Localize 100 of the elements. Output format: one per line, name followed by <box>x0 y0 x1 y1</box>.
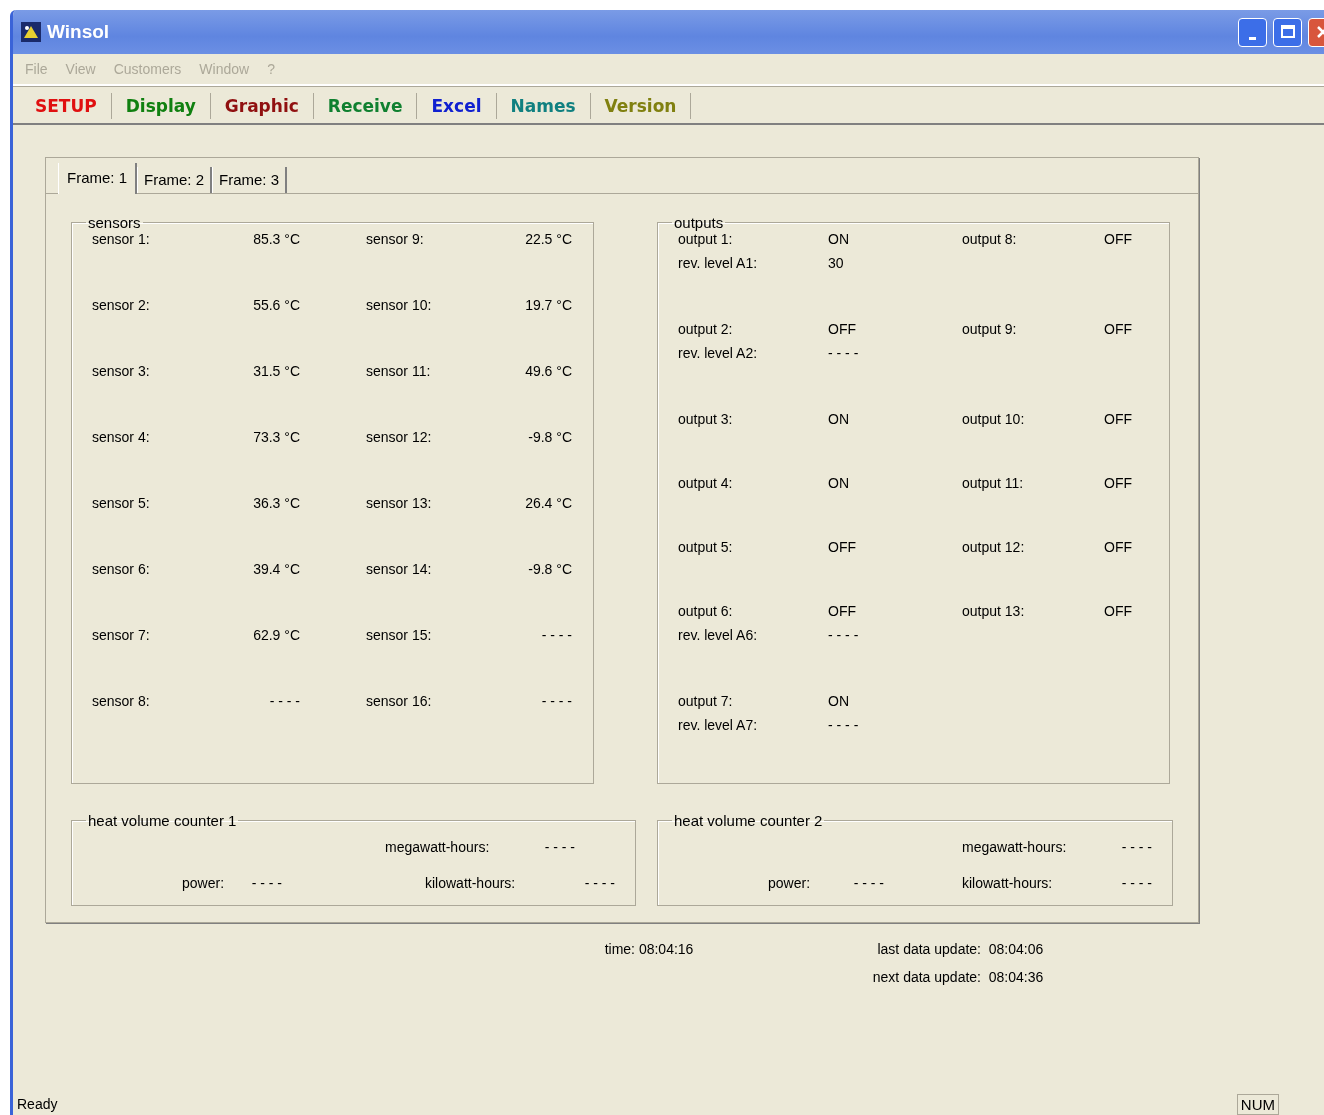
time-value: 08:04:16 <box>637 941 695 957</box>
label-text: megawatt-hours: <box>385 839 491 855</box>
output-state: OFF <box>1103 321 1132 337</box>
sensor-value: 22.5 °C <box>524 231 572 247</box>
label-text: power: <box>182 875 226 891</box>
sensor-label: sensor 16: <box>366 693 433 709</box>
rev-level-value: 30 <box>828 255 845 271</box>
output-label: output 10: <box>962 411 1026 427</box>
sensor-label: sensor 6: <box>92 561 151 577</box>
toolbar-button[interactable]: Receive <box>313 93 418 119</box>
output-state: OFF <box>1103 411 1132 427</box>
sensor-label: sensor 1: <box>92 231 151 247</box>
label-text: - - - - <box>1120 875 1152 891</box>
group-title: heat volume counter 2 <box>673 812 824 829</box>
label-text: - - - - <box>543 839 575 855</box>
frame-tab[interactable]: Frame: 3 <box>212 167 288 193</box>
sensor-value: 36.3 °C <box>252 495 300 511</box>
toolbar-button[interactable]: Display <box>111 93 211 119</box>
sensor-label: sensor 12: <box>366 429 433 445</box>
sensor-label: sensor 2: <box>92 297 151 313</box>
output-label: output 8: <box>962 231 1018 247</box>
minimize-icon <box>1249 36 1256 40</box>
rev-level-label: rev. level A7: <box>678 717 759 733</box>
label-text: last data update: <box>876 941 981 957</box>
toolbar-button[interactable]: Version <box>590 93 692 119</box>
label-text: - - - - <box>583 875 615 891</box>
sensor-value: - - - - <box>268 693 300 709</box>
output-label: output 7: <box>678 693 734 709</box>
toolbar-button[interactable]: SETUP <box>21 93 112 119</box>
label-text: megawatt-hours: <box>962 839 1068 855</box>
frame-tab[interactable]: Frame: 2 <box>137 167 213 193</box>
output-label: output 6: <box>678 603 734 619</box>
sensor-value: 73.3 °C <box>252 429 300 445</box>
output-state: ON <box>828 475 850 491</box>
output-label: output 13: <box>962 603 1026 619</box>
output-state: OFF <box>828 539 857 555</box>
output-label: output 2: <box>678 321 734 337</box>
sensor-value: - - - - <box>540 693 572 709</box>
label-text: time: <box>603 941 635 957</box>
output-state: OFF <box>1103 231 1132 247</box>
rev-level-value: - - - - <box>828 627 860 643</box>
output-state: OFF <box>828 321 857 337</box>
sensor-value: 49.6 °C <box>524 363 572 379</box>
sensor-label: sensor 14: <box>366 561 433 577</box>
sensor-value: 85.3 °C <box>252 231 300 247</box>
toolbar-button[interactable]: Graphic <box>210 93 314 119</box>
rev-level-label: rev. level A2: <box>678 345 759 361</box>
frame-tab[interactable]: Frame: 1 <box>58 163 137 194</box>
rev-level-label: rev. level A6: <box>678 627 759 643</box>
toolbar-button[interactable]: Names <box>496 93 591 119</box>
sensor-value: 19.7 °C <box>524 297 572 313</box>
time-value: 08:04:36 <box>987 969 1045 985</box>
label-text: power: <box>768 875 812 891</box>
label-text: kilowatt-hours: <box>962 875 1054 891</box>
sensor-label: sensor 13: <box>366 495 433 511</box>
output-label: output 3: <box>678 411 734 427</box>
output-label: output 9: <box>962 321 1018 337</box>
status-indicator: NUM <box>1236 1093 1279 1115</box>
time-value: 08:04:06 <box>987 941 1045 957</box>
sensor-label: sensor 7: <box>92 627 151 643</box>
rev-level-value: - - - - <box>828 345 860 361</box>
label-text: next data update: <box>871 969 981 985</box>
output-state: OFF <box>828 603 857 619</box>
sensor-value: 39.4 °C <box>252 561 300 577</box>
label-text: - - - - <box>852 875 884 891</box>
sensor-label: sensor 9: <box>366 231 425 247</box>
output-state: ON <box>828 693 850 709</box>
label-text: - - - - <box>1120 839 1152 855</box>
sensor-value: 31.5 °C <box>252 363 300 379</box>
sensor-label: sensor 8: <box>92 693 151 709</box>
sensor-label: sensor 10: <box>366 297 433 313</box>
sensor-value: 62.9 °C <box>252 627 300 643</box>
toolbar-button[interactable]: Excel <box>417 93 497 119</box>
app-icon <box>21 22 41 42</box>
output-state: OFF <box>1103 475 1132 491</box>
output-label: output 12: <box>962 539 1026 555</box>
output-state: ON <box>828 231 850 247</box>
status-text: Ready <box>17 1096 58 1112</box>
output-label: output 5: <box>678 539 734 555</box>
sensor-label: sensor 4: <box>92 429 151 445</box>
sensor-value: - - - - <box>540 627 572 643</box>
sensor-label: sensor 15: <box>366 627 433 643</box>
sensor-label: sensor 11: <box>366 363 432 379</box>
sensor-label: sensor 5: <box>92 495 151 511</box>
output-state: ON <box>828 411 850 427</box>
group-title: sensors <box>87 214 142 231</box>
output-state: OFF <box>1103 603 1132 619</box>
group-title: heat volume counter 1 <box>87 812 238 829</box>
maximize-button[interactable] <box>1273 17 1302 47</box>
sensor-value: -9.8 °C <box>527 561 572 577</box>
rev-level-label: rev. level A1: <box>678 255 759 271</box>
output-label: output 11: <box>962 475 1025 491</box>
sensor-value: 55.6 °C <box>252 297 300 313</box>
window-title: Winsol <box>47 21 111 43</box>
label-text: kilowatt-hours: <box>425 875 517 891</box>
label-text: - - - - <box>250 875 282 891</box>
output-label: output 1: <box>678 231 734 247</box>
output-label: output 4: <box>678 475 734 491</box>
minimize-button[interactable] <box>1238 17 1267 47</box>
sensor-value: 26.4 °C <box>524 495 572 511</box>
